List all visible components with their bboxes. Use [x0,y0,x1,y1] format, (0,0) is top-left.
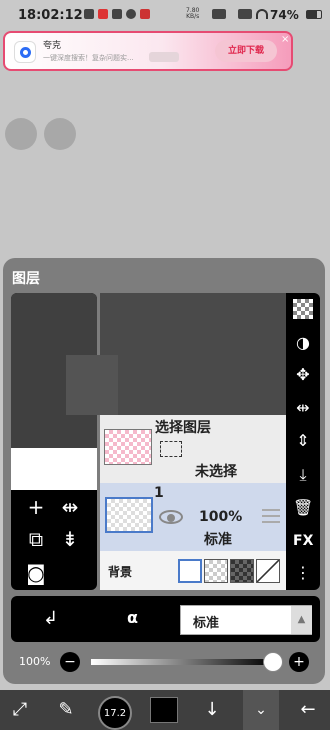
quark-logo-icon [14,41,36,63]
move-icon[interactable]: ✥ [293,365,313,385]
chat-icon [126,9,136,19]
ad-subtitle: 一键深度搜索！复杂问题实... [43,54,134,62]
layer-row[interactable]: 1 100% 标准 [100,483,286,551]
bg-white-swatch[interactable] [178,559,202,583]
status-bar: 18:02:12 7.80 KB/s 74% [0,0,330,30]
clip-arrow-icon[interactable]: ↲ [43,608,58,629]
transparency-icon[interactable] [293,299,313,319]
dropdown-arrow-icon[interactable]: ▲ [291,606,312,634]
opacity-slider[interactable] [91,659,273,665]
mute-icon [212,9,226,19]
layer-list: 选择图层 未选择 1 100% 标准 背景 [100,415,286,590]
layer-thumbnail [105,497,153,533]
blend-mode-select[interactable]: 标准 ▲ [180,605,312,635]
more-icon[interactable]: ⋮ [293,563,313,583]
layer-opacity: 100% [199,509,243,525]
ad-banner[interactable]: 夸克 一键深度搜索！复杂问题实... 立即下载 × [3,31,293,71]
back-arrow-icon[interactable]: ← [296,698,320,722]
layer-blend-mode: 标准 [204,532,232,548]
flip-vertical-icon[interactable]: ⇕ [293,431,313,451]
clipping-icon[interactable]: ◑ [293,333,313,353]
selection-thumbnail [104,429,152,465]
drag-handle-icon[interactable] [262,509,280,523]
brush-size-button[interactable]: 17.2 [98,696,132,730]
merge-down-icon[interactable]: ⇟ [59,528,81,550]
selection-layer-title: 选择图层 [155,420,211,436]
bg-light-checker-swatch[interactable] [204,559,228,583]
add-layer-icon[interactable]: + [25,496,47,518]
ad-close-icon[interactable]: × [281,34,289,45]
undo-circle[interactable] [5,118,37,150]
background-label: 背景 [108,565,133,579]
layer-number: 1 [154,485,164,501]
opacity-minus-button[interactable]: − [60,652,80,672]
opacity-plus-button[interactable]: + [289,652,309,672]
bg-dark-checker-swatch[interactable] [230,559,254,583]
layer-tools-column: + ⇹ ⧉ ⇟ ◙ [11,293,97,590]
battery-icon [306,10,322,19]
flip-icon[interactable]: ⇹ [293,398,313,418]
color-swatch[interactable] [150,697,178,723]
merge-icon[interactable]: ⤓ [293,465,313,485]
bg-none-swatch[interactable] [256,559,280,583]
download-button[interactable]: 立即下载 [215,40,277,62]
ad-title: 夸克 [43,41,62,51]
selection-status: 未选择 [195,464,237,480]
app-icon [98,9,108,19]
redo-circle[interactable] [44,118,76,150]
clock: 18:02:12 [18,8,83,23]
flip-horizontal-icon[interactable]: ⇹ [59,496,81,518]
net-speed: 7.80 KB/s [186,8,199,20]
alpha-lock-icon[interactable]: α [127,608,138,627]
visibility-eye-icon[interactable] [159,510,183,524]
transform-tool-icon[interactable]: ⤢ [8,698,32,722]
selection-marquee-icon [160,441,182,457]
fx-button[interactable]: FX [293,531,313,551]
opacity-row: 100% − + [11,645,320,679]
camera-icon[interactable]: ◙ [25,562,47,584]
canvas-shape [66,355,118,415]
trash-icon[interactable]: 🗑 [293,498,313,518]
notification-icon [84,9,94,19]
signal-icon [238,9,252,19]
layer-tools-right: ◑ ✥ ⇹ ⇕ ⤓ 🗑 FX ⋮ [286,293,320,590]
ad-graphic [149,52,179,62]
crown-icon [112,9,122,19]
selection-layer-row[interactable]: 选择图层 未选择 [100,415,286,483]
down-arrow-icon[interactable]: ↓ [200,698,224,722]
shop-icon [140,9,150,19]
background-row: 背景 [100,551,286,590]
canvas-area[interactable] [100,293,286,415]
wifi-icon [256,9,268,19]
preview-white [11,448,97,490]
net-speed-unit: KB/s [186,13,200,20]
battery-level: 74% [270,8,299,22]
brush-tool-icon[interactable]: ✎ [54,698,78,722]
opacity-slider-knob[interactable] [263,652,283,672]
chevron-down-icon[interactable]: ⌄ [243,690,279,730]
duplicate-layer-icon[interactable]: ⧉ [25,528,47,550]
opacity-label: 100% [19,655,51,668]
panel-title: 图层 [12,271,40,287]
blend-mode-value: 标准 [193,616,220,631]
